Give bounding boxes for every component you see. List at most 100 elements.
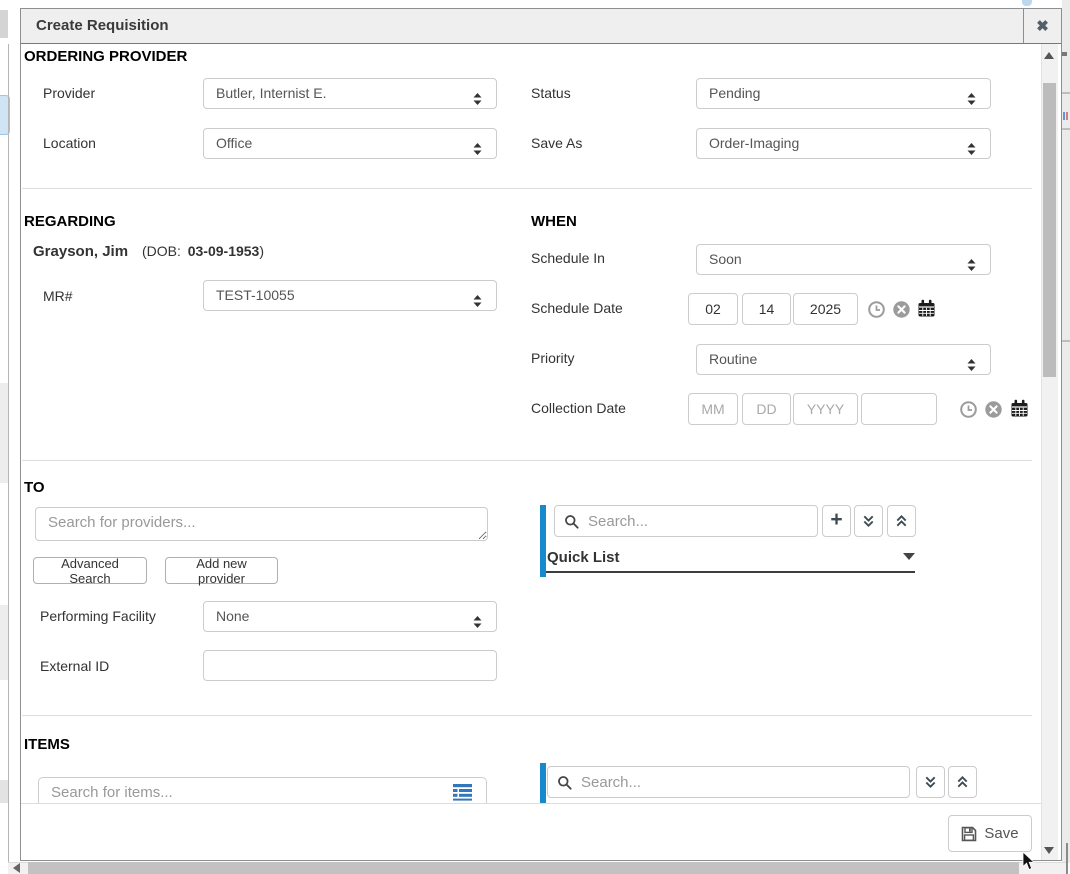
- section-divider: [22, 460, 1032, 461]
- background-fragment: [0, 780, 8, 803]
- close-icon: ✖: [1036, 17, 1049, 35]
- provider-search-textarea[interactable]: [35, 507, 488, 541]
- provider-label: Provider: [43, 85, 95, 101]
- schedule-in-label: Schedule In: [531, 250, 605, 266]
- external-id-input[interactable]: [203, 650, 497, 681]
- items-quick-search-input[interactable]: [579, 773, 900, 792]
- background-fragment: [1063, 112, 1065, 120]
- collection-date-clear-icon[interactable]: [985, 401, 1002, 423]
- priority-select-value: Routine: [709, 351, 757, 367]
- vertical-scrollbar-thumb[interactable]: [1043, 83, 1056, 377]
- double-chevron-down-icon: [861, 514, 876, 529]
- performing-facility-select[interactable]: None: [203, 601, 497, 632]
- schedule-year-input[interactable]: [793, 293, 858, 325]
- footer-divider: [21, 803, 1041, 804]
- section-divider: [22, 715, 1032, 716]
- background-fragment: [0, 605, 8, 680]
- save-as-select[interactable]: Order-Imaging: [696, 128, 991, 159]
- when-heading: WHEN: [531, 213, 577, 230]
- background-fragment: [0, 383, 8, 483]
- collection-year-input[interactable]: [793, 393, 858, 425]
- schedule-in-select[interactable]: Soon: [696, 244, 991, 275]
- search-icon: [564, 514, 579, 529]
- add-new-provider-button[interactable]: Add new provider: [165, 557, 278, 584]
- scroll-down-arrow-icon[interactable]: [1044, 847, 1054, 854]
- select-stepper-icon: [966, 253, 977, 267]
- items-collapse-all-button[interactable]: [948, 766, 977, 798]
- provider-select-value: Butler, Internist E.: [216, 85, 327, 101]
- collection-day-input[interactable]: [742, 393, 791, 425]
- provider-select[interactable]: Butler, Internist E.: [203, 78, 497, 109]
- background-fragment: [1066, 843, 1068, 874]
- regarding-heading: REGARDING: [24, 213, 116, 230]
- items-expand-all-button[interactable]: [916, 766, 945, 798]
- quick-list-underline: [546, 571, 915, 573]
- close-button[interactable]: ✖: [1023, 9, 1061, 44]
- mr-select[interactable]: TEST-10055: [203, 280, 497, 311]
- ordering-provider-heading: ORDERING PROVIDER: [24, 48, 187, 65]
- schedule-date-calendar-icon[interactable]: [917, 299, 936, 323]
- double-chevron-up-icon: [894, 514, 909, 529]
- background-fragment: [1066, 112, 1068, 120]
- dob-value: 03-09-1953: [188, 243, 260, 259]
- provider-quick-search-input[interactable]: [586, 512, 808, 531]
- add-quick-list-button[interactable]: +: [822, 505, 851, 537]
- schedule-date-clear-icon[interactable]: [893, 301, 910, 323]
- schedule-month-input[interactable]: [688, 293, 738, 325]
- select-stepper-icon: [472, 289, 483, 303]
- performing-facility-select-value: None: [216, 608, 249, 624]
- mr-label: MR#: [43, 288, 73, 304]
- save-as-select-value: Order-Imaging: [709, 135, 799, 151]
- advanced-search-button[interactable]: Advanced Search: [33, 557, 147, 584]
- background-fragment: [1062, 128, 1070, 130]
- background-fragment: [1022, 0, 1032, 6]
- background-fragment: [1062, 52, 1067, 56]
- dialog-title: Create Requisition: [36, 9, 169, 43]
- double-chevron-up-icon: [955, 775, 970, 790]
- collection-time-input[interactable]: [861, 393, 937, 425]
- to-heading: TO: [24, 479, 45, 496]
- screen: Create Requisition ✖ ORDERING PROVIDER P…: [0, 0, 1070, 874]
- collection-date-label: Collection Date: [531, 400, 626, 416]
- priority-select[interactable]: Routine: [696, 344, 991, 375]
- patient-name: Grayson, Jim: [33, 243, 128, 260]
- scroll-up-arrow-icon[interactable]: [1044, 52, 1054, 59]
- save-as-label: Save As: [531, 135, 582, 151]
- select-stepper-icon: [472, 610, 483, 624]
- location-select[interactable]: Office: [203, 128, 497, 159]
- items-quick-search[interactable]: [547, 766, 910, 798]
- items-search-placeholder: Search for items...: [51, 784, 173, 801]
- expand-all-button[interactable]: [854, 505, 883, 537]
- schedule-time-clock-icon[interactable]: [868, 301, 885, 323]
- provider-quick-search[interactable]: [554, 505, 818, 537]
- save-button[interactable]: Save: [948, 815, 1032, 852]
- save-button-label: Save: [984, 825, 1018, 842]
- background-fragment: [0, 10, 8, 38]
- items-table-icon[interactable]: [452, 783, 473, 801]
- location-label: Location: [43, 135, 96, 151]
- collapse-all-button[interactable]: [887, 505, 916, 537]
- collection-date-calendar-icon[interactable]: [1010, 399, 1029, 423]
- status-select-value: Pending: [709, 85, 760, 101]
- horizontal-scrollbar-thumb[interactable]: [28, 862, 1019, 874]
- dob-prefix: (DOB:: [142, 243, 181, 259]
- scroll-left-arrow-icon[interactable]: [13, 863, 20, 873]
- save-icon: [961, 826, 977, 842]
- schedule-day-input[interactable]: [742, 293, 791, 325]
- search-icon: [557, 775, 572, 790]
- location-select-value: Office: [216, 135, 252, 151]
- items-quick-list-accent-bar: [540, 763, 546, 803]
- quick-list-header[interactable]: Quick List: [547, 549, 620, 566]
- performing-facility-label: Performing Facility: [40, 608, 156, 624]
- status-select[interactable]: Pending: [696, 78, 991, 109]
- background-fragment: [1062, 92, 1070, 94]
- quick-list-accent-bar: [540, 505, 546, 577]
- external-id-label: External ID: [40, 658, 109, 674]
- collection-time-clock-icon[interactable]: [960, 401, 977, 423]
- quick-list-caret-icon[interactable]: [903, 553, 915, 560]
- dob-suffix: ): [259, 243, 264, 259]
- mr-select-value: TEST-10055: [216, 287, 295, 303]
- items-heading: ITEMS: [24, 736, 70, 753]
- items-search-input[interactable]: Search for items...: [38, 777, 487, 803]
- collection-month-input[interactable]: [688, 393, 738, 425]
